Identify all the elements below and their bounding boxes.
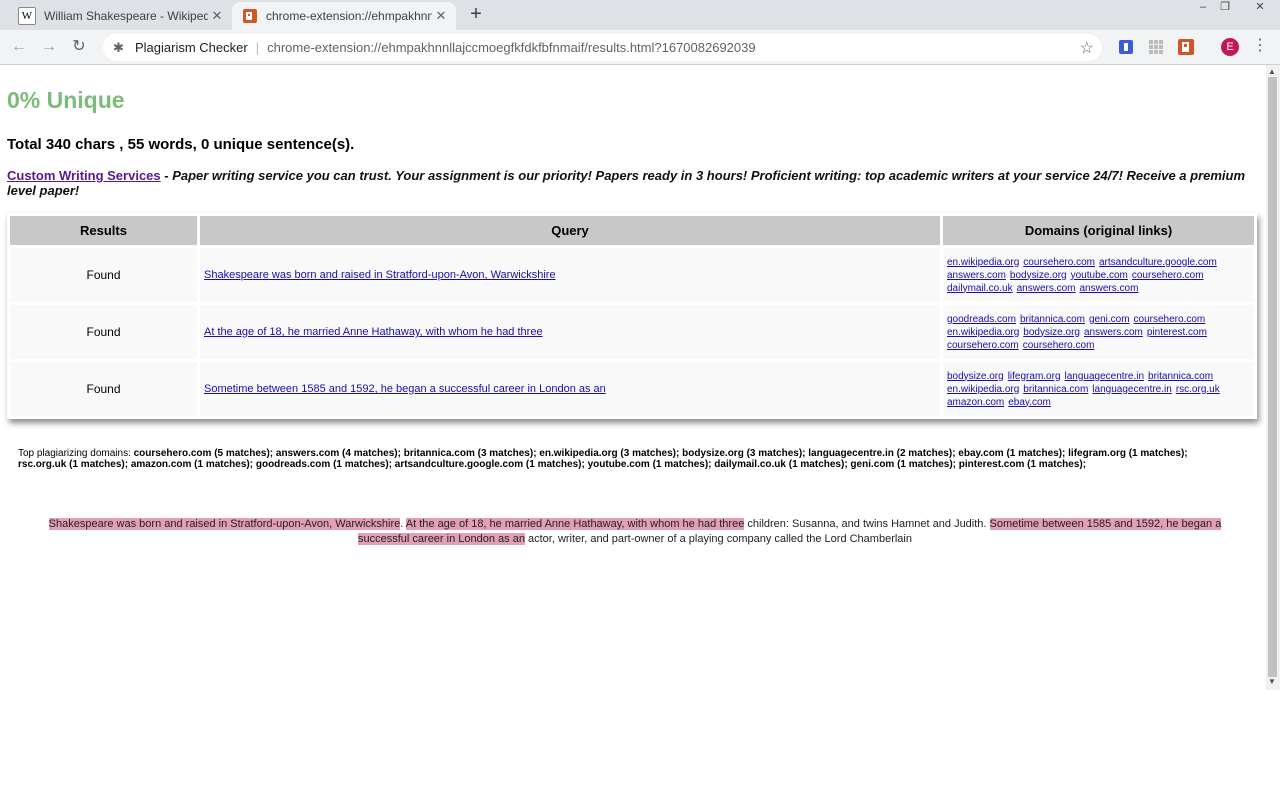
domain-link[interactable]: britannica.com	[1023, 384, 1088, 395]
domain-link[interactable]: lifegram.org	[1008, 371, 1061, 382]
domain-link[interactable]: pinterest.com	[1147, 327, 1207, 338]
uniqueness-score: 0% Unique	[7, 87, 125, 113]
tab-title: chrome-extension://ehmpakhnnllajccmoegfk…	[266, 9, 432, 23]
page-scrollbar[interactable]: ▲ ▼	[1266, 65, 1280, 690]
domain-link[interactable]: answers.com	[1080, 283, 1139, 294]
highlighted-sentence: Shakespeare was born and raised in Strat…	[48, 518, 401, 530]
domain-link[interactable]: artsandculture.google.com	[1099, 257, 1217, 268]
close-window-button[interactable]: ✕	[1247, 0, 1273, 16]
query-link[interactable]: Sometime between 1585 and 1592, he began…	[204, 383, 606, 395]
close-tab-icon[interactable]: ✕	[432, 8, 450, 24]
back-button[interactable]: ←	[8, 36, 30, 58]
domains-cell: bodysize.org lifegram.org languagecentre.i…	[943, 362, 1254, 416]
result-status: Found	[10, 305, 197, 359]
browser-toolbar: ← → ↻ ✱ Plagiarism Checker | chrome-exte…	[0, 30, 1280, 65]
bookmark-star-icon[interactable]: ☆	[1080, 38, 1094, 58]
translate-extension-icon[interactable]	[1117, 38, 1135, 56]
domain-link[interactable]: en.wikipedia.org	[947, 384, 1019, 395]
text-totals: Total 340 chars , 55 words, 0 unique sen…	[7, 136, 355, 153]
query-link[interactable]: Shakespeare was born and raised in Strat…	[204, 269, 556, 281]
domain-link[interactable]: bodysize.org	[947, 371, 1004, 382]
domain-link[interactable]: coursehero.com	[1134, 314, 1206, 325]
domain-link[interactable]: en.wikipedia.org	[947, 257, 1019, 268]
domain-link[interactable]: ebay.com	[1008, 397, 1051, 408]
plagiarism-checker-icon	[242, 8, 258, 24]
table-row: Found Shakespeare was born and raised in…	[10, 248, 1254, 302]
wikipedia-favicon-icon: W	[18, 7, 36, 25]
scroll-up-icon[interactable]: ▲	[1268, 67, 1276, 76]
result-status: Found	[10, 248, 197, 302]
domain-link[interactable]: bodysize.org	[1023, 327, 1080, 338]
extension-puzzle-icon: ✱	[113, 39, 124, 55]
header-domains: Domains (original links)	[943, 216, 1254, 245]
domains-cell: goodreads.com britannica.com geni.com cours…	[943, 305, 1254, 359]
forward-button[interactable]: →	[38, 36, 60, 58]
domain-link[interactable]: coursehero.com	[1023, 257, 1095, 268]
domain-link[interactable]: en.wikipedia.org	[947, 327, 1019, 338]
domain-link[interactable]: answers.com	[947, 270, 1006, 281]
minimize-button[interactable]: –	[1193, 0, 1213, 16]
domain-link[interactable]: goodreads.com	[947, 314, 1016, 325]
domain-link[interactable]: bodysize.org	[1010, 270, 1067, 281]
ad-link[interactable]: Custom Writing Services	[7, 168, 161, 183]
top-domains-summary: Top plagiarizing domains: coursehero.com…	[18, 448, 1238, 470]
scroll-down-icon[interactable]: ▼	[1268, 677, 1276, 686]
domain-link[interactable]: amazon.com	[947, 397, 1004, 408]
text-segment: .	[400, 518, 406, 530]
domains-cell: en.wikipedia.org coursehero.com artsandcul…	[943, 248, 1254, 302]
address-bar[interactable]: ✱ Plagiarism Checker | chrome-extension:…	[103, 34, 1102, 61]
table-header-row: Results Query Domains (original links)	[10, 216, 1254, 245]
grid-extension-icon[interactable]	[1147, 38, 1165, 56]
top-domains-list: coursehero.com (5 matches); answers.com …	[18, 448, 1188, 470]
ad-banner: Custom Writing Services - Paper writing …	[7, 168, 1247, 198]
browser-menu-icon[interactable]: ⋮	[1252, 35, 1268, 55]
query-link[interactable]: At the age of 18, he married Anne Hathaw…	[204, 326, 543, 338]
scrollbar-thumb[interactable]	[1268, 77, 1277, 677]
domain-link[interactable]: coursehero.com	[947, 340, 1019, 351]
plagiarism-checker-extension-icon[interactable]	[1177, 38, 1195, 56]
tab-title: William Shakespeare - Wikipedia	[44, 9, 208, 23]
tab-results[interactable]: chrome-extension://ehmpakhnnllajccmoegfk…	[232, 2, 456, 30]
domain-link[interactable]: answers.com	[1017, 283, 1076, 294]
top-domains-label: Top plagiarizing domains:	[18, 448, 134, 459]
text-segment: children: Susanna, and twins Hamnet and …	[744, 518, 990, 530]
profile-avatar[interactable]: E	[1221, 38, 1239, 56]
highlighted-sentence: At the age of 18, he married Anne Hathaw…	[405, 518, 745, 530]
new-tab-button[interactable]: +	[464, 4, 488, 26]
domain-link[interactable]: answers.com	[1084, 327, 1143, 338]
domain-link[interactable]: britannica.com	[1020, 314, 1085, 325]
domain-link[interactable]: dailymail.co.uk	[947, 283, 1013, 294]
close-tab-icon[interactable]: ✕	[208, 8, 226, 24]
ad-text: - Paper writing service you can trust. Y…	[7, 168, 1246, 198]
results-table: Results Query Domains (original links) F…	[7, 213, 1257, 419]
domain-link[interactable]: coursehero.com	[1132, 270, 1204, 281]
tab-wikipedia[interactable]: W William Shakespeare - Wikipedia ✕	[8, 2, 232, 30]
results-page: 0% Unique Total 340 chars , 55 words, 0 …	[0, 65, 1266, 800]
extension-name: Plagiarism Checker	[135, 40, 248, 55]
omnibox-separator: |	[255, 40, 260, 55]
domain-link[interactable]: coursehero.com	[1023, 340, 1095, 351]
domain-link[interactable]: languagecentre.in	[1092, 384, 1172, 395]
result-status: Found	[10, 362, 197, 416]
domain-link[interactable]: britannica.com	[1148, 371, 1213, 382]
query-cell: Shakespeare was born and raised in Strat…	[200, 248, 940, 302]
analyzed-text: Shakespeare was born and raised in Strat…	[30, 517, 1240, 547]
domain-link[interactable]: geni.com	[1089, 314, 1130, 325]
domain-link[interactable]: rsc.org.uk	[1176, 384, 1220, 395]
domain-link[interactable]: languagecentre.in	[1065, 371, 1145, 382]
header-results: Results	[10, 216, 197, 245]
domain-link[interactable]: youtube.com	[1071, 270, 1128, 281]
query-cell: At the age of 18, he married Anne Hathaw…	[200, 305, 940, 359]
text-segment: actor, writer, and part-owner of a playi…	[524, 533, 912, 545]
tab-strip: W William Shakespeare - Wikipedia ✕ chro…	[0, 0, 1280, 30]
restore-button[interactable]: ❐	[1215, 0, 1235, 16]
url-text[interactable]: chrome-extension://ehmpakhnnllajccmoegfk…	[267, 40, 756, 55]
table-row: Found At the age of 18, he married Anne …	[10, 305, 1254, 359]
reload-button[interactable]: ↻	[68, 36, 90, 58]
table-row: Found Sometime between 1585 and 1592, he…	[10, 362, 1254, 416]
header-query: Query	[200, 216, 940, 245]
query-cell: Sometime between 1585 and 1592, he began…	[200, 362, 940, 416]
